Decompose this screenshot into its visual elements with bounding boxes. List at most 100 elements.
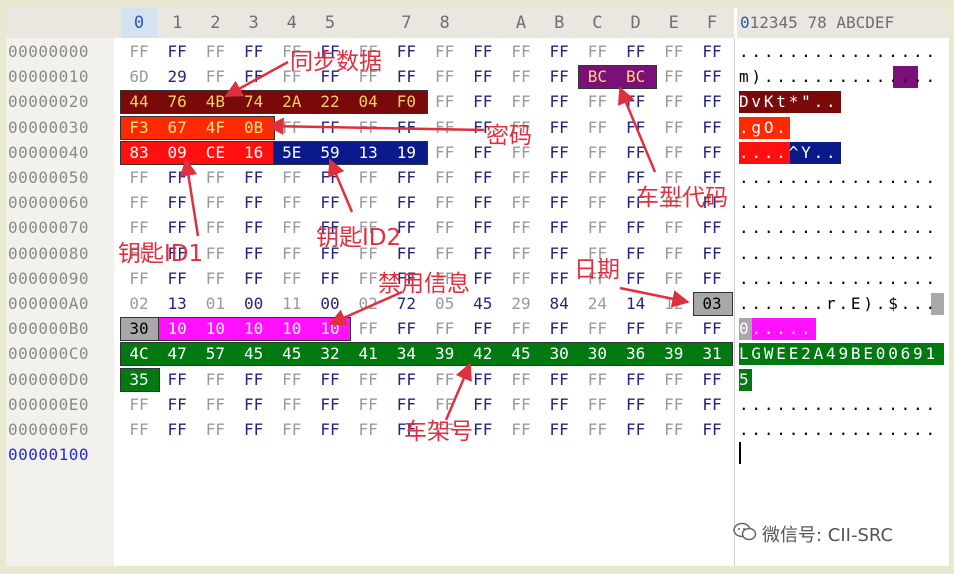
- hex-byte[interactable]: FF: [580, 369, 614, 391]
- hex-byte[interactable]: FF: [313, 117, 347, 139]
- hex-byte[interactable]: FF: [504, 217, 538, 239]
- hex-byte[interactable]: FF: [160, 41, 194, 63]
- ascii-row[interactable]: LGWEE2A49BE00691: [739, 343, 938, 365]
- hex-byte[interactable]: FF: [542, 394, 576, 416]
- hex-byte[interactable]: 41: [351, 343, 385, 365]
- hex-byte[interactable]: FF: [428, 117, 462, 139]
- hex-byte[interactable]: FF: [428, 192, 462, 214]
- hex-byte[interactable]: FF: [160, 167, 194, 189]
- hex-column-header-15[interactable]: F: [694, 8, 730, 38]
- hex-byte[interactable]: FF: [504, 192, 538, 214]
- hex-column-header-13[interactable]: D: [618, 8, 654, 38]
- hex-byte[interactable]: FF: [504, 66, 538, 88]
- hex-column-header-11[interactable]: B: [541, 8, 577, 38]
- hex-byte[interactable]: FF: [657, 66, 691, 88]
- hex-byte[interactable]: FF: [542, 217, 576, 239]
- hex-byte[interactable]: FF: [542, 318, 576, 340]
- hex-byte[interactable]: FF: [313, 268, 347, 290]
- hex-byte[interactable]: FF: [580, 318, 614, 340]
- hex-byte[interactable]: 01: [198, 293, 232, 315]
- hex-byte[interactable]: FF: [619, 268, 653, 290]
- hex-byte[interactable]: FF: [580, 117, 614, 139]
- hex-byte[interactable]: FF: [580, 167, 614, 189]
- hex-byte[interactable]: 34: [389, 343, 423, 365]
- ascii-row[interactable]: ................: [739, 394, 938, 416]
- hex-byte[interactable]: FF: [237, 66, 271, 88]
- hex-byte[interactable]: FF: [122, 419, 156, 441]
- hex-byte[interactable]: FF: [695, 419, 729, 441]
- hex-column-header-9[interactable]: [465, 8, 501, 38]
- ascii-row[interactable]: 0...............: [739, 318, 938, 340]
- hex-byte[interactable]: FF: [504, 167, 538, 189]
- hex-byte[interactable]: FF: [619, 117, 653, 139]
- hex-byte[interactable]: FF: [657, 369, 691, 391]
- hex-byte[interactable]: FF: [504, 419, 538, 441]
- hex-byte[interactable]: FF: [237, 192, 271, 214]
- hex-byte[interactable]: FF: [160, 268, 194, 290]
- hex-byte[interactable]: FF: [695, 243, 729, 265]
- hex-byte[interactable]: FF: [428, 91, 462, 113]
- hex-byte[interactable]: 13: [351, 142, 385, 164]
- hex-byte[interactable]: FF: [122, 268, 156, 290]
- hex-byte[interactable]: 00: [313, 293, 347, 315]
- hex-byte[interactable]: FF: [122, 192, 156, 214]
- hex-byte[interactable]: FF: [313, 167, 347, 189]
- hex-byte[interactable]: FF: [160, 394, 194, 416]
- hex-byte[interactable]: FF: [657, 268, 691, 290]
- hex-column-header-1[interactable]: 1: [159, 8, 195, 38]
- hex-byte[interactable]: FF: [237, 394, 271, 416]
- hex-byte[interactable]: 4B: [198, 91, 232, 113]
- ascii-row[interactable]: DvKt*"..........: [739, 91, 938, 113]
- hex-byte[interactable]: FF: [428, 243, 462, 265]
- hex-byte[interactable]: FF: [619, 419, 653, 441]
- hex-byte[interactable]: FF: [542, 117, 576, 139]
- hex-byte[interactable]: FF: [351, 369, 385, 391]
- ascii-row[interactable]: ................: [739, 268, 938, 290]
- hex-byte[interactable]: 31: [695, 343, 729, 365]
- ascii-row[interactable]: 5...............: [739, 369, 938, 391]
- hex-byte[interactable]: FF: [275, 419, 309, 441]
- hex-byte[interactable]: FF: [619, 41, 653, 63]
- hex-byte[interactable]: FF: [428, 217, 462, 239]
- hex-byte[interactable]: FF: [466, 167, 500, 189]
- hex-byte[interactable]: FF: [466, 41, 500, 63]
- hex-byte[interactable]: FF: [198, 66, 232, 88]
- hex-byte[interactable]: FF: [619, 369, 653, 391]
- hex-byte[interactable]: FF: [657, 243, 691, 265]
- hex-byte[interactable]: FF: [237, 41, 271, 63]
- hex-byte[interactable]: FF: [275, 192, 309, 214]
- hex-byte[interactable]: FF: [351, 117, 385, 139]
- hex-byte[interactable]: 44: [122, 91, 156, 113]
- hex-byte[interactable]: FF: [657, 318, 691, 340]
- hex-byte[interactable]: FF: [275, 394, 309, 416]
- hex-byte[interactable]: FF: [657, 91, 691, 113]
- hex-byte[interactable]: FF: [466, 243, 500, 265]
- hex-byte[interactable]: FF: [313, 419, 347, 441]
- hex-byte[interactable]: 10: [198, 318, 232, 340]
- hex-byte[interactable]: FF: [504, 268, 538, 290]
- hex-byte[interactable]: 19: [389, 142, 423, 164]
- hex-byte[interactable]: FF: [198, 419, 232, 441]
- hex-byte[interactable]: FF: [198, 394, 232, 416]
- hex-byte[interactable]: 35: [122, 369, 156, 391]
- hex-byte[interactable]: FF: [542, 91, 576, 113]
- hex-byte[interactable]: FF: [466, 268, 500, 290]
- hex-byte[interactable]: FF: [657, 117, 691, 139]
- hex-byte[interactable]: 67: [160, 117, 194, 139]
- hex-byte[interactable]: 59: [313, 142, 347, 164]
- hex-byte[interactable]: 39: [428, 343, 462, 365]
- hex-byte[interactable]: 22: [313, 91, 347, 113]
- hex-byte[interactable]: FF: [389, 192, 423, 214]
- hex-byte[interactable]: FF: [275, 369, 309, 391]
- hex-column-header-7[interactable]: 7: [388, 8, 424, 38]
- hex-byte[interactable]: FF: [466, 217, 500, 239]
- hex-byte[interactable]: 47: [160, 343, 194, 365]
- hex-byte[interactable]: 30: [580, 343, 614, 365]
- hex-byte[interactable]: FF: [466, 66, 500, 88]
- ascii-row[interactable]: ................: [739, 41, 938, 63]
- hex-byte[interactable]: 10: [275, 318, 309, 340]
- hex-byte[interactable]: FF: [504, 243, 538, 265]
- hex-byte[interactable]: FF: [580, 142, 614, 164]
- hex-byte[interactable]: FF: [389, 66, 423, 88]
- hex-byte[interactable]: FF: [198, 268, 232, 290]
